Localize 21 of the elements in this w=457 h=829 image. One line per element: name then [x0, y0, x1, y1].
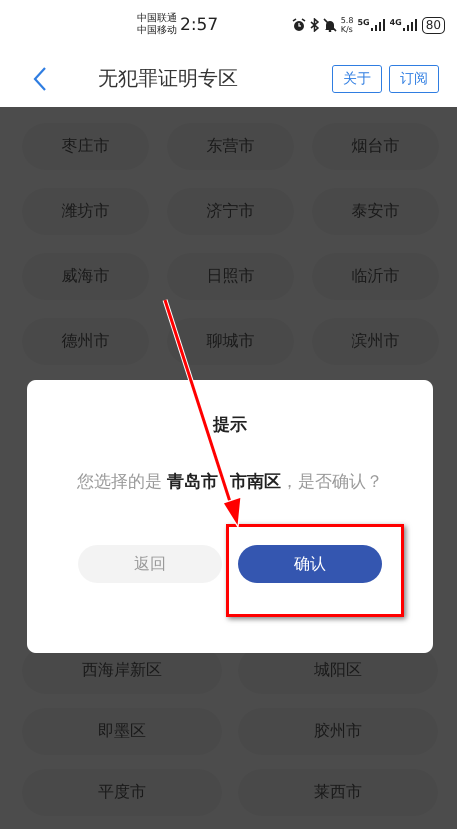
back-button[interactable]: 返回: [78, 545, 222, 583]
muted-bell-icon: [322, 18, 337, 32]
speed-unit: K/s: [340, 25, 354, 34]
battery-indicator: 80: [422, 16, 445, 34]
carrier-name: 中国联通: [137, 13, 177, 24]
page-title: 无犯罪证明专区: [98, 65, 239, 92]
signal-icon: [370, 18, 386, 32]
network-speed: 5.8: [340, 16, 354, 25]
clock-time: 2:57: [180, 15, 218, 35]
dialog-message: 您选择的是 青岛市 市南区，是否确认？: [76, 471, 384, 493]
signal-icon: [402, 18, 418, 32]
carrier-name: 中国移动: [137, 25, 177, 37]
header-button[interactable]: 关于: [332, 64, 382, 92]
confirm-button[interactable]: 确认: [238, 545, 382, 583]
alarm-icon: [292, 18, 306, 32]
back-icon: [32, 66, 48, 92]
header-button[interactable]: 订阅: [389, 64, 439, 92]
network-type: 5G: [357, 18, 370, 27]
dialog-title: 提示: [213, 414, 247, 436]
bluetooth-icon: [310, 18, 319, 32]
network-type: 4G: [390, 18, 402, 27]
